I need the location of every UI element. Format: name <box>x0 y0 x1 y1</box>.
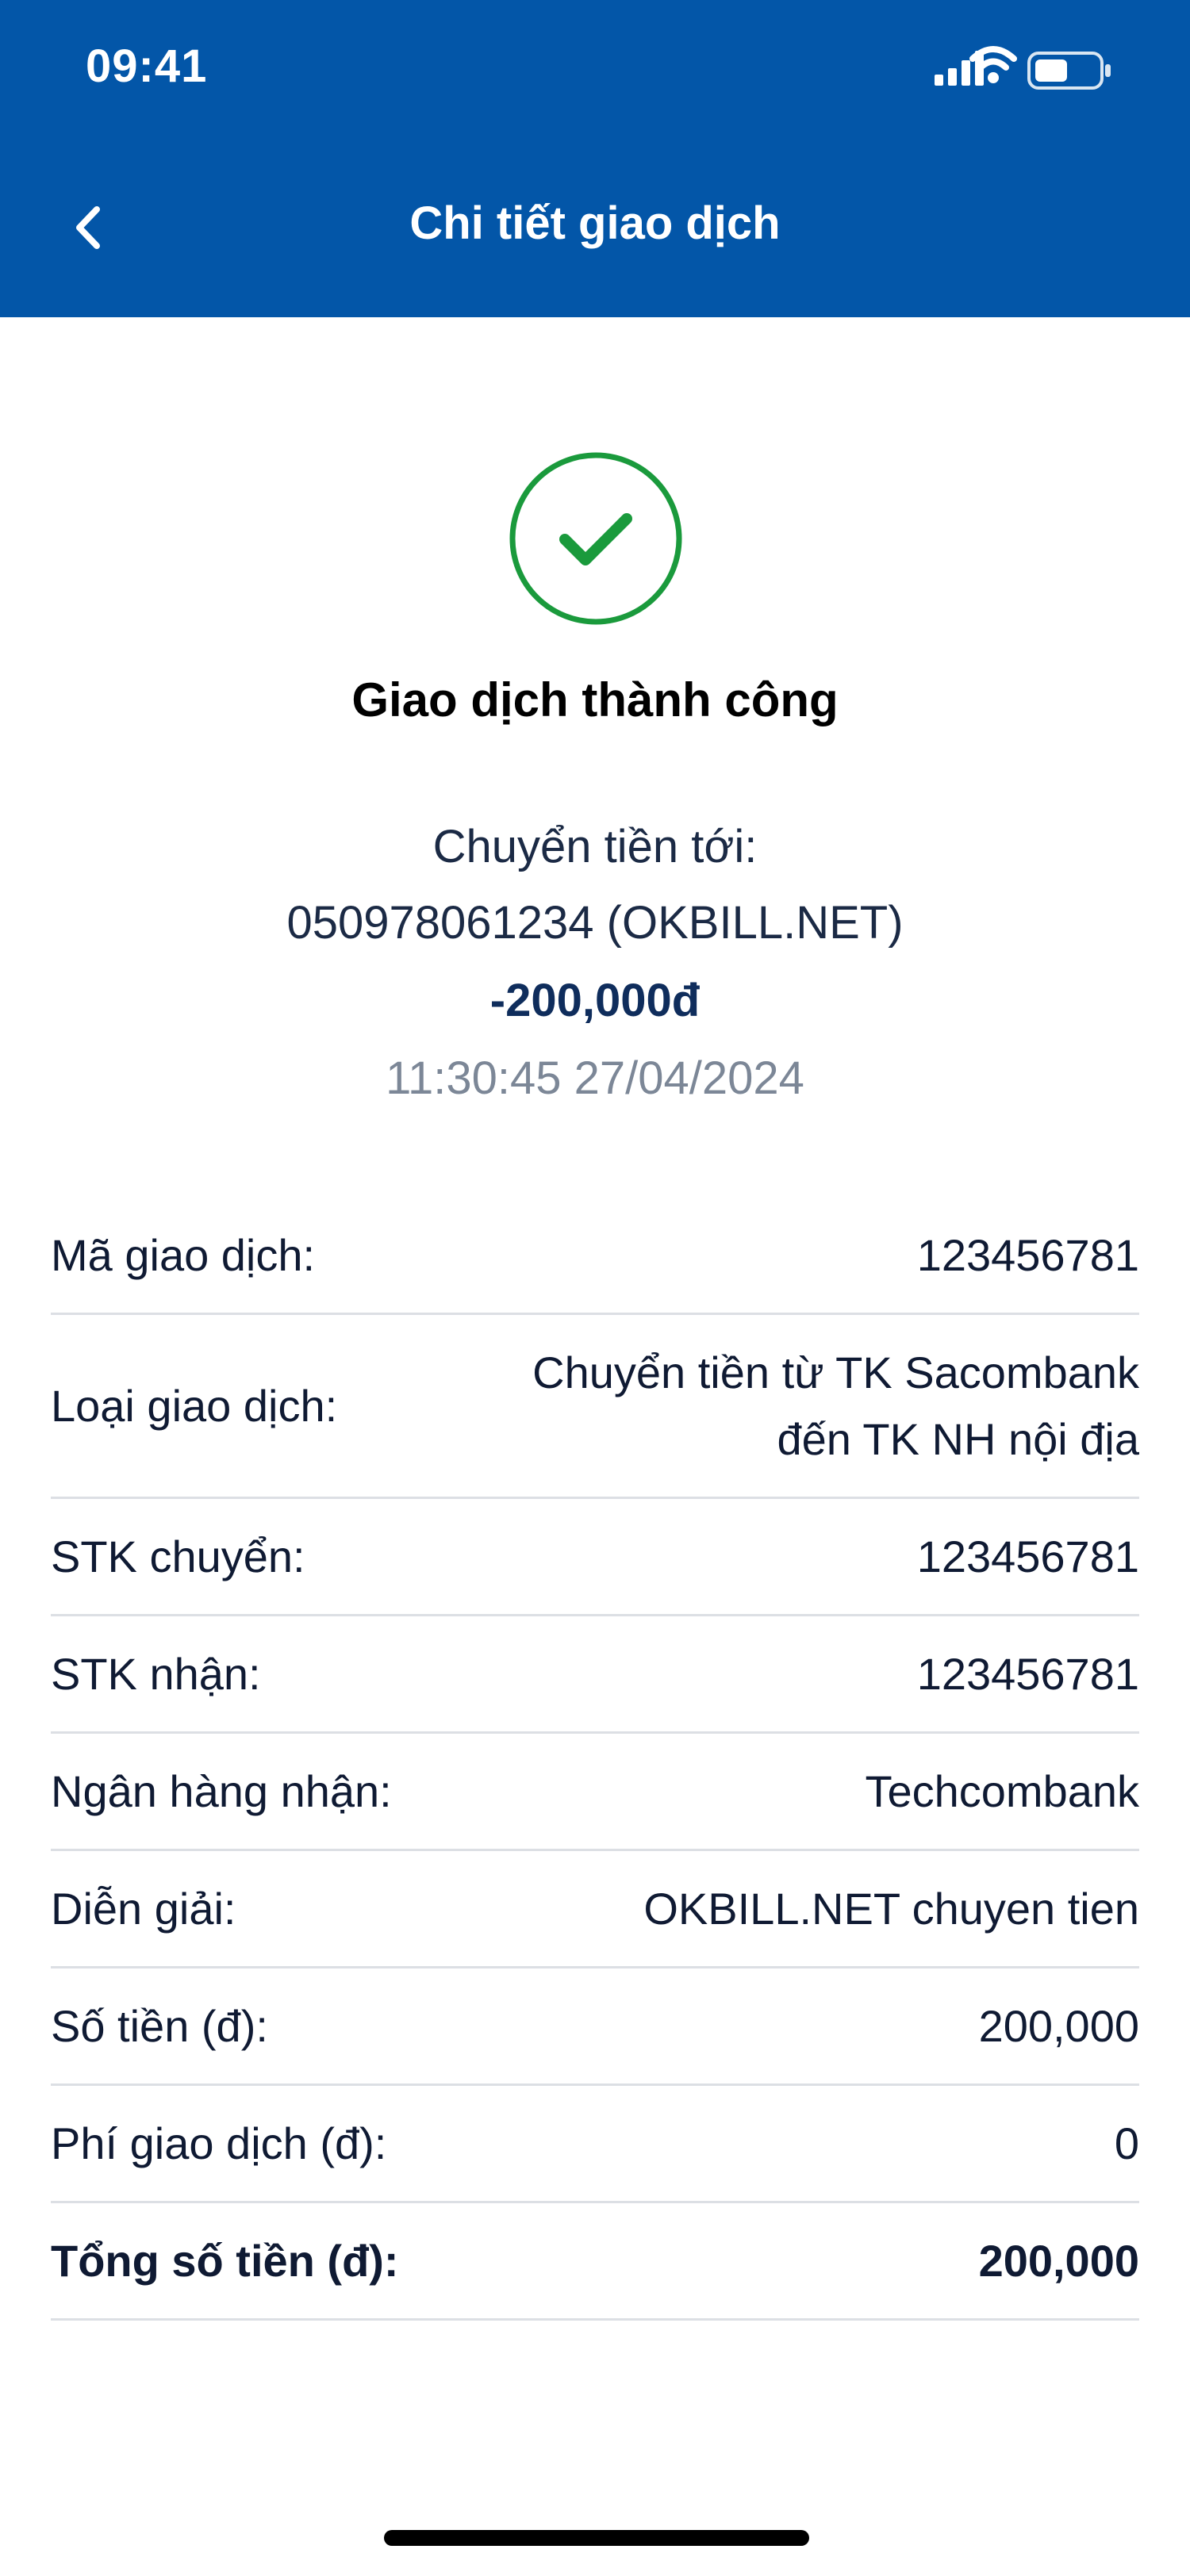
detail-row-description: Diễn giải: OKBILL.NET chuyen tien <box>51 1851 1139 1968</box>
detail-label: Diễn giải: <box>51 1884 236 1934</box>
detail-row-amount: Số tiền (đ): 200,000 <box>51 1968 1139 2086</box>
detail-value: 200,000 <box>978 2235 1139 2286</box>
status-time: 09:41 <box>86 40 208 92</box>
detail-row-total: Tổng số tiền (đ): 200,000 <box>51 2203 1139 2321</box>
detail-value: 200,000 <box>978 2000 1139 2051</box>
home-indicator[interactable] <box>384 2530 809 2546</box>
page-title: Chi tiết giao dịch <box>409 197 781 249</box>
detail-value: OKBILL.NET chuyen tien <box>643 1883 1139 1934</box>
transaction-amount: -200,000đ <box>489 975 701 1026</box>
detail-row-receiving-bank: Ngân hàng nhận: Techcombank <box>51 1734 1139 1851</box>
detail-value: Chuyển tiền từ TK Sacombank đến TK NH nộ… <box>532 1340 1139 1473</box>
recipient-account: 050978061234 (OKBILL.NET) <box>286 897 904 949</box>
detail-label: STK nhận: <box>51 1649 261 1699</box>
detail-value: 123456781 <box>916 1531 1139 1581</box>
check-circle-icon <box>509 452 682 625</box>
detail-row-source-account: STK chuyển: 123456781 <box>51 1499 1139 1616</box>
success-title: Giao dịch thành công <box>351 673 839 726</box>
wifi-icon <box>969 46 1017 83</box>
detail-label: STK chuyển: <box>51 1531 305 1581</box>
detail-label: Số tiền (đ): <box>51 2001 268 2051</box>
detail-value: 123456781 <box>916 1229 1139 1280</box>
details-list: Mã giao dịch: 123456781 Loại giao dịch: … <box>51 1198 1139 2321</box>
battery-icon <box>1027 52 1111 90</box>
detail-label: Phí giao dịch (đ): <box>51 2118 387 2168</box>
detail-label: Mã giao dịch: <box>51 1230 316 1280</box>
detail-value: Techcombank <box>865 1765 1139 1816</box>
detail-value-line-2: đến TK NH nội địa <box>777 1413 1139 1464</box>
detail-value: 0 <box>1114 2118 1139 2168</box>
detail-row-fee: Phí giao dịch (đ): 0 <box>51 2086 1139 2203</box>
detail-value-line-1: Chuyển tiền từ TK Sacombank <box>532 1347 1139 1397</box>
detail-label: Ngân hàng nhận: <box>51 1766 392 1816</box>
detail-label: Loại giao dịch: <box>51 1381 338 1431</box>
detail-row-transaction-id: Mã giao dịch: 123456781 <box>51 1198 1139 1315</box>
detail-value: 123456781 <box>916 1648 1139 1699</box>
top-bar: 09:41 Chi tiết giao dịch <box>0 0 1190 317</box>
detail-label: Tổng số tiền (đ): <box>51 2236 399 2286</box>
detail-row-destination-account: STK nhận: 123456781 <box>51 1616 1139 1734</box>
detail-row-transaction-type: Loại giao dịch: Chuyển tiền từ TK Sacomb… <box>51 1315 1139 1499</box>
transaction-summary: Chuyển tiền tới: 050978061234 (OKBILL.NE… <box>0 809 1190 1117</box>
transaction-datetime: 11:30:45 27/04/2024 <box>386 1052 804 1104</box>
transfer-label: Chuyển tiền tới: <box>432 821 758 872</box>
